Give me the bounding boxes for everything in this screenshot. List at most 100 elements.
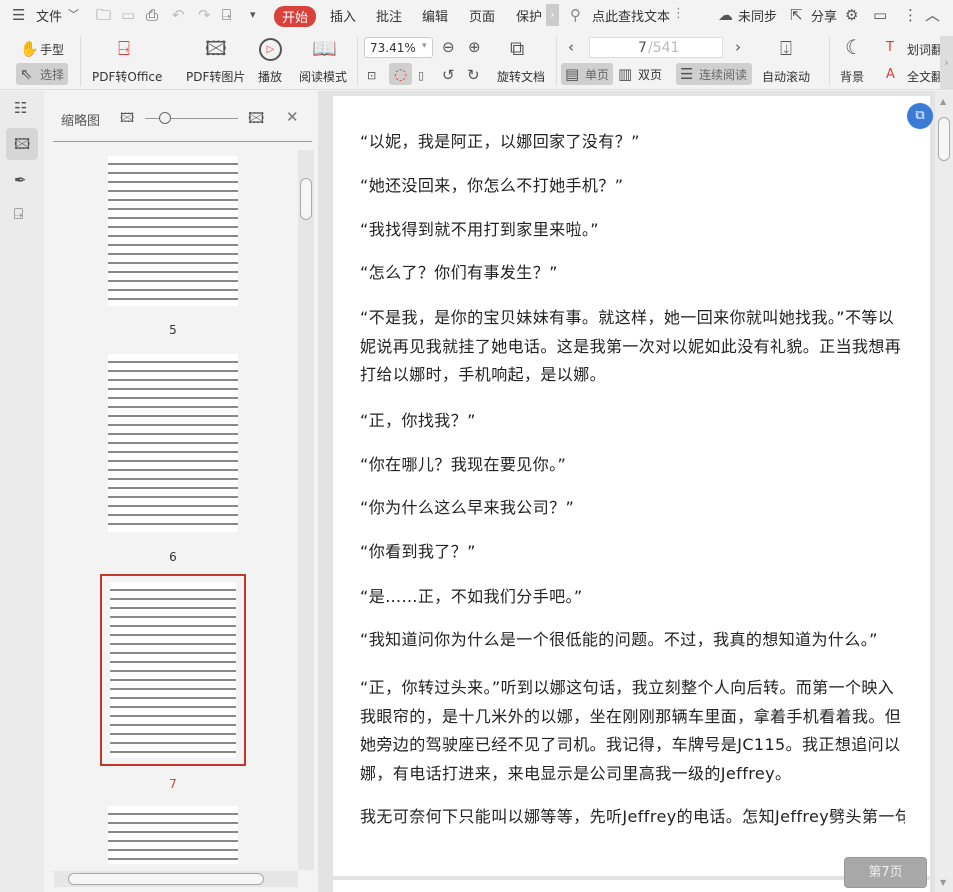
share-icon: ⇱ bbox=[790, 6, 803, 24]
tab-edit[interactable]: 编辑 bbox=[422, 6, 448, 25]
tabs-scroll-right-button[interactable]: › bbox=[546, 4, 559, 26]
rotate-doc-button[interactable]: 旋转文档 bbox=[497, 68, 545, 85]
book-icon: 📖 bbox=[312, 36, 337, 60]
tab-start[interactable]: 开始 bbox=[274, 6, 317, 27]
page-number-input[interactable]: 7/541 bbox=[589, 37, 723, 58]
thumbnail-icon: 🖾 bbox=[14, 135, 31, 153]
convert-icon[interactable]: ⍈ bbox=[222, 6, 231, 24]
ribbon-toolbar: ✋ 手型 ⇖ 选择 ⍈ PDF转Office 🖾 PDF转图片 ▷ 播放 📖 阅… bbox=[0, 31, 953, 90]
convert-icon[interactable]: ⍈ bbox=[14, 205, 23, 223]
paragraph: “你为什么这么早来我公司？” bbox=[360, 498, 575, 517]
play-button[interactable]: 播放 bbox=[258, 68, 282, 85]
paragraph: “以妮，我是阿正，以娜回家了没有？” bbox=[360, 132, 640, 151]
full-translate-button[interactable]: 全文翻 bbox=[907, 68, 943, 85]
chevron-down-icon[interactable]: ﹀ bbox=[68, 6, 79, 24]
page-indicator-badge: 第7页 bbox=[844, 857, 927, 888]
outline-icon[interactable]: ☷ bbox=[14, 99, 27, 117]
word-translate-button[interactable]: 划词翻 bbox=[907, 41, 943, 58]
search-input[interactable]: 点此查找文本 bbox=[592, 6, 670, 25]
hand-icon: ✋ bbox=[20, 40, 39, 58]
thumbnail-label: 5 bbox=[169, 323, 177, 337]
tab-protect[interactable]: 保护 bbox=[516, 6, 542, 25]
background-button[interactable]: 背景 bbox=[840, 68, 864, 85]
actual-size-icon[interactable]: ⊡ bbox=[367, 67, 376, 85]
redo-icon[interactable]: ↷ bbox=[198, 6, 211, 24]
side-rail: ☷ 🖾 ✒ ⍈ bbox=[0, 91, 44, 892]
paragraph: “是……正，不如我们分手吧。” bbox=[360, 587, 583, 606]
thumbnails-tab[interactable]: 🖾 bbox=[6, 128, 38, 160]
collapse-ribbon-icon[interactable]: ︿ bbox=[925, 6, 940, 24]
panel-title: 缩略图 bbox=[61, 114, 101, 129]
open-folder-icon[interactable]: 🗀 bbox=[96, 6, 111, 24]
read-mode-button[interactable]: 阅读模式 bbox=[299, 68, 347, 85]
select-tool[interactable]: ⇖ 选择 bbox=[16, 63, 68, 85]
prev-page-icon[interactable]: ‹ bbox=[568, 38, 574, 56]
sync-status[interactable]: 未同步 bbox=[738, 6, 777, 25]
thumbnail-label-current: 7 bbox=[169, 777, 177, 791]
scroll-thumb[interactable] bbox=[300, 178, 312, 220]
word-translate-icon: T bbox=[886, 40, 894, 55]
zoom-out-icon[interactable]: ⊖ bbox=[442, 38, 455, 56]
file-menu[interactable]: 文件 bbox=[36, 6, 62, 25]
auto-scroll-button[interactable]: 自动滚动 bbox=[762, 68, 810, 85]
rotate-right-icon[interactable]: ↻ bbox=[467, 66, 480, 84]
next-page-edge bbox=[333, 880, 930, 892]
continuous-icon: ☰ bbox=[680, 65, 694, 83]
auto-scroll-icon: ⍗ bbox=[780, 36, 792, 60]
double-page-button[interactable]: 双页 bbox=[638, 66, 662, 83]
search-icon: ⚲ bbox=[570, 6, 581, 24]
tab-insert[interactable]: 插入 bbox=[330, 6, 356, 25]
floating-tool-icon[interactable]: ⧉ bbox=[907, 103, 933, 129]
zoom-select[interactable]: 73.41% ▾ bbox=[364, 37, 433, 58]
fit-page-button[interactable]: ◌ bbox=[389, 63, 412, 85]
next-page-icon[interactable]: › bbox=[735, 38, 741, 56]
document-scrollbar[interactable]: ▲ ▼ bbox=[935, 91, 953, 892]
thumbnail-scrollbar[interactable] bbox=[298, 150, 314, 870]
h-scroll-thumb[interactable] bbox=[68, 873, 264, 885]
tab-page[interactable]: 页面 bbox=[469, 6, 495, 25]
more-options-icon[interactable]: ⋮ bbox=[672, 6, 685, 21]
settings-icon[interactable]: ⚙ bbox=[845, 6, 858, 24]
chevron-down-icon: ▾ bbox=[422, 41, 427, 51]
ribbon-scroll-right[interactable]: › bbox=[940, 36, 953, 90]
share-button[interactable]: 分享 bbox=[811, 6, 837, 25]
pen-icon[interactable]: ✒ bbox=[14, 171, 27, 189]
small-image-icon: 🖾 bbox=[120, 111, 135, 126]
single-page-icon: ▤ bbox=[565, 65, 580, 83]
thumbnail-h-scrollbar[interactable] bbox=[54, 871, 298, 887]
more-icon[interactable]: ⋮ bbox=[903, 6, 918, 24]
menu-icon[interactable]: ☰ bbox=[12, 6, 25, 24]
thumbnail-page-5[interactable] bbox=[100, 150, 246, 312]
rotate-left-icon[interactable]: ↺ bbox=[442, 66, 455, 84]
paragraph: “我找得到就不用打到家里来啦。” bbox=[360, 220, 599, 239]
zoom-in-icon[interactable]: ⊕ bbox=[468, 38, 481, 56]
paragraph: “正，你转过头来。”听到以娜这句话，我立刻整个人向后转。而第一个映入我眼帘的，是… bbox=[360, 678, 902, 783]
scroll-thumb[interactable] bbox=[938, 117, 950, 161]
fit-width-icon[interactable]: ▯ bbox=[418, 67, 424, 85]
large-image-icon: 🖾 bbox=[248, 109, 265, 127]
paragraph: 我无可奈何下只能叫以娜等等，先听Jeffrey的电话。怎知Jeffrey劈头第一… bbox=[360, 807, 905, 826]
thumbnail-page-7[interactable] bbox=[100, 574, 246, 766]
scroll-down-icon[interactable]: ▼ bbox=[940, 878, 946, 887]
scroll-up-icon[interactable]: ▲ bbox=[940, 97, 946, 106]
close-icon[interactable]: ✕ bbox=[286, 108, 299, 126]
thumbnail-page-8[interactable] bbox=[100, 800, 246, 870]
continuous-read-button[interactable]: ☰ 连续阅读 bbox=[676, 63, 752, 85]
print-icon[interactable]: ⎙ bbox=[146, 6, 158, 24]
thumbnail-page-6[interactable] bbox=[100, 348, 246, 538]
tab-annotate[interactable]: 批注 bbox=[376, 6, 402, 25]
paragraph: “你看到我了？” bbox=[360, 542, 476, 561]
hand-tool[interactable]: 手型 bbox=[40, 41, 64, 58]
pdf-to-office-button[interactable]: PDF转Office bbox=[92, 68, 162, 85]
slider-handle[interactable] bbox=[159, 112, 171, 124]
image-icon: 🖾 bbox=[205, 36, 227, 60]
pdf-to-office-icon: ⍈ bbox=[118, 36, 130, 60]
save-icon[interactable]: ▭ bbox=[121, 6, 135, 24]
undo-icon[interactable]: ↶ bbox=[172, 6, 185, 24]
title-bar: ☰ 文件 ﹀ 🗀 ▭ ⎙ ↶ ↷ ⍈ ▾ 开始 插入 批注 编辑 页面 保护 ›… bbox=[0, 0, 953, 31]
paragraph: “正，你找我？” bbox=[360, 411, 476, 430]
comment-icon[interactable]: ▭ bbox=[873, 6, 887, 24]
pdf-to-image-button[interactable]: PDF转图片 bbox=[186, 68, 245, 85]
single-page-button[interactable]: ▤ 单页 bbox=[561, 63, 613, 85]
more-dropdown-icon[interactable]: ▾ bbox=[250, 6, 256, 24]
